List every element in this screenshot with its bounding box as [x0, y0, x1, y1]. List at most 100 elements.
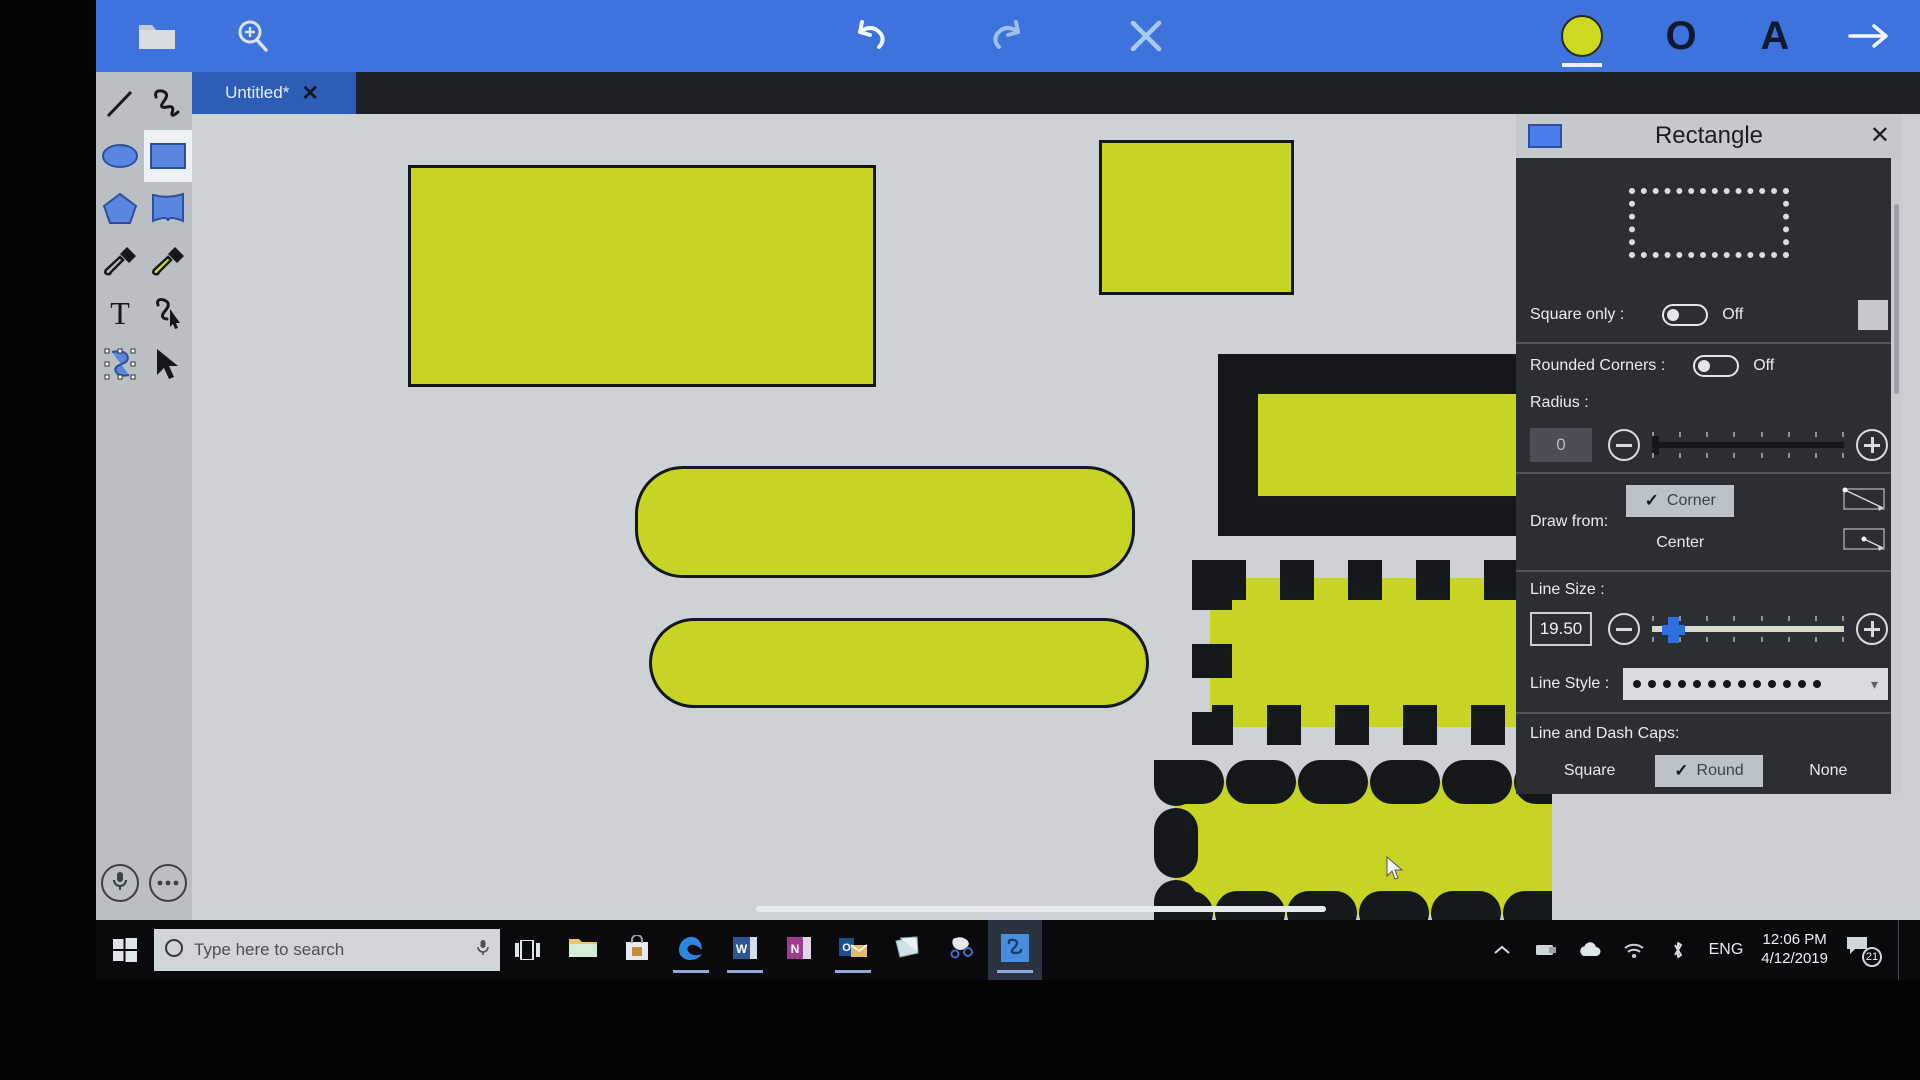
eyedropper-tool[interactable]	[96, 234, 144, 286]
line-size-increase-button[interactable]	[1856, 613, 1888, 645]
canvas-hscroll-thumb[interactable]	[756, 906, 1326, 912]
check-icon: ✓	[1644, 491, 1659, 510]
draw-from-corner-icon	[1842, 487, 1888, 518]
radius-label-row: Radius :	[1516, 388, 1902, 418]
minus-circle-icon	[1608, 429, 1640, 461]
cap-square-option[interactable]: Square	[1536, 755, 1644, 787]
text-t-icon: T	[104, 295, 136, 329]
taskbar-microsoft-onenote[interactable]: N	[772, 920, 826, 980]
taskbar-microsoft-word[interactable]: W	[718, 920, 772, 980]
rect-thick-border[interactable]	[1218, 354, 1552, 536]
line-size-slider[interactable]	[1652, 612, 1844, 646]
lasso-tool[interactable]	[144, 286, 192, 338]
fill-color-swatch[interactable]	[1858, 300, 1888, 330]
close-icon[interactable]: ✕	[301, 83, 319, 104]
eyedropper-icon	[101, 244, 139, 276]
folder-icon[interactable]	[134, 13, 180, 59]
word-w-icon: W	[732, 935, 758, 966]
task-view-icon[interactable]	[500, 920, 556, 980]
microphone-button[interactable]	[101, 864, 139, 902]
show-desktop-button[interactable]	[1898, 920, 1906, 980]
microphone-icon[interactable]	[476, 939, 490, 962]
tab-untitled[interactable]: Untitled* ✕	[188, 72, 356, 114]
ellipse-icon	[100, 141, 140, 171]
taskbar-snip-and-sketch[interactable]	[934, 920, 988, 980]
drawing-canvas[interactable]	[192, 114, 1552, 920]
caps-options-row: Square ✓ Round None	[1516, 748, 1902, 794]
square-only-label: Square only :	[1530, 306, 1625, 323]
rect-rounded-pill[interactable]	[649, 618, 1149, 708]
pointer-arrow-icon	[153, 347, 183, 381]
svg-text:T: T	[110, 295, 130, 329]
windows-start-icon[interactable]	[96, 920, 154, 980]
arrow-right-icon[interactable]	[1846, 13, 1892, 59]
select-tool[interactable]	[144, 338, 192, 390]
more-options-button[interactable]	[149, 864, 187, 902]
taskbar-microsoft-edge[interactable]	[664, 920, 718, 980]
panel-vscroll-thumb[interactable]	[1894, 204, 1899, 394]
cap-none-option[interactable]: None	[1774, 755, 1882, 787]
rounded-corners-label: Rounded Corners :	[1530, 357, 1666, 374]
taskbar-file-explorer[interactable]	[556, 920, 610, 980]
bluetooth-icon[interactable]	[1665, 937, 1691, 963]
chevron-up-icon[interactable]	[1489, 937, 1515, 963]
draw-from-center-option[interactable]: Center	[1626, 527, 1734, 559]
line-size-decrease-button[interactable]	[1608, 613, 1640, 645]
notification-icon[interactable]: 21	[1846, 935, 1882, 967]
wifi-icon[interactable]	[1621, 937, 1647, 963]
rect-dashed-round-caps[interactable]	[1154, 760, 1552, 920]
rect-plain-large[interactable]	[408, 165, 876, 387]
running-indicator	[673, 970, 709, 973]
search-input[interactable]: Type here to search	[154, 929, 500, 971]
redo-arrow-icon[interactable]	[985, 13, 1031, 59]
square-only-toggle[interactable]	[1662, 304, 1709, 326]
usb-drive-icon[interactable]	[1533, 937, 1559, 963]
cap-round-option[interactable]: ✓ Round	[1654, 755, 1763, 787]
rect-dashed-square-caps[interactable]	[1192, 560, 1552, 745]
language-indicator[interactable]: ENG	[1709, 941, 1744, 959]
draw-from-corner-option[interactable]: ✓ Corner	[1626, 485, 1735, 517]
square-only-row: Square only : Off	[1516, 288, 1902, 342]
ribbon-tool[interactable]	[144, 182, 192, 234]
tab-label: Untitled*	[225, 83, 290, 102]
plus-circle-icon	[1856, 613, 1888, 645]
undo-arrow-icon[interactable]	[847, 13, 893, 59]
cortana-circle-icon	[164, 938, 184, 963]
onenote-n-icon: N	[786, 935, 812, 966]
rect-plain-small[interactable]	[1099, 140, 1294, 295]
radius-decrease-button[interactable]	[1608, 429, 1640, 461]
rectangle-tool[interactable]	[144, 130, 192, 182]
ellipse-tool[interactable]	[96, 130, 144, 182]
curve-tool[interactable]	[144, 78, 192, 130]
color-swatch-icon[interactable]	[1554, 8, 1610, 67]
radius-slider[interactable]	[1652, 428, 1844, 462]
draw-from-section: Draw from: ✓ Corner Center	[1516, 474, 1902, 572]
brush-o-button[interactable]: O	[1658, 13, 1704, 59]
taskbar-microsoft-store[interactable]	[610, 920, 664, 980]
polygon-tool[interactable]	[96, 182, 144, 234]
zoom-in-icon[interactable]	[230, 13, 276, 59]
text-tool[interactable]: T	[96, 286, 144, 338]
cloud-icon[interactable]	[1577, 937, 1603, 963]
tool-grid: T	[96, 78, 192, 390]
line-tool[interactable]	[96, 78, 144, 130]
taskbar-microsoft-outlook[interactable]: O	[826, 920, 880, 980]
eyedropper-color-tool[interactable]	[144, 234, 192, 286]
brush-a-button[interactable]: A	[1752, 13, 1798, 59]
taskbar-clock[interactable]: 12:06 PM 4/12/2019	[1761, 931, 1828, 969]
close-x-icon[interactable]	[1123, 13, 1169, 59]
minus-circle-icon	[1608, 613, 1640, 645]
draw-from-corner-label: Corner	[1666, 492, 1716, 509]
close-icon[interactable]: ✕	[1870, 124, 1890, 148]
line-size-value[interactable]: 19.50	[1530, 612, 1592, 646]
taskbar-sketchable-app[interactable]	[988, 920, 1042, 980]
radius-increase-button[interactable]	[1856, 429, 1888, 461]
rect-rounded-corners[interactable]	[635, 466, 1135, 578]
transform-tool[interactable]	[96, 338, 144, 390]
tool-rail-bottom	[101, 864, 187, 902]
rounded-corners-toggle[interactable]	[1693, 355, 1740, 377]
taskbar-sticky-notes[interactable]	[880, 920, 934, 980]
radius-value[interactable]: 0	[1530, 428, 1592, 462]
line-style-dropdown[interactable]: ▾	[1623, 668, 1888, 700]
chevron-down-icon: ▾	[1870, 675, 1878, 692]
